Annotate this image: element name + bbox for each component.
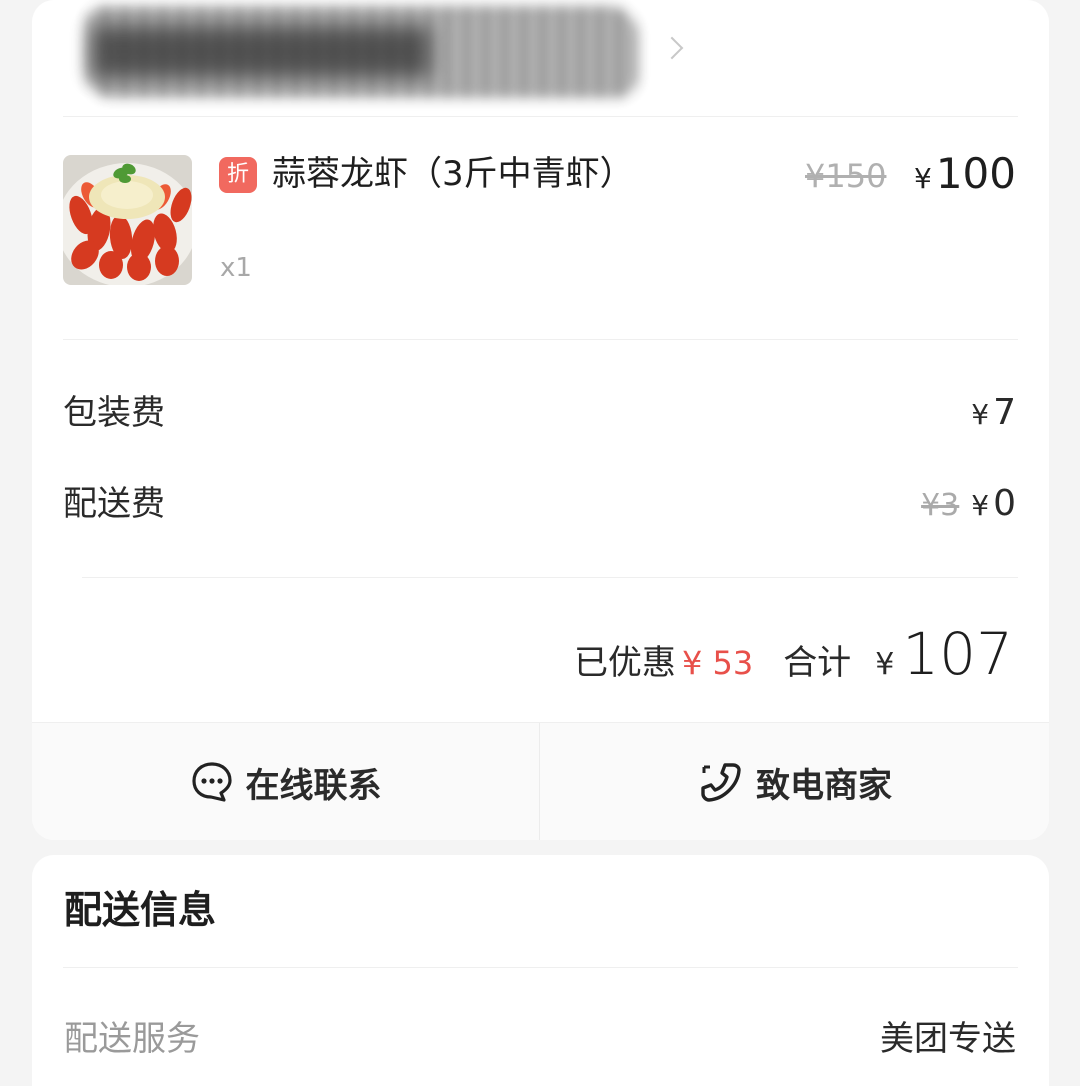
phone-icon	[701, 763, 741, 802]
order-card: ██████████ 折 蒜蓉龙虾（3斤中青虾） x1 ¥150 ¥100 包装…	[32, 0, 1049, 840]
item-price-value: 100	[935, 149, 1016, 198]
divider	[63, 339, 1018, 340]
currency-symbol: ¥	[914, 162, 932, 195]
packaging-fee-value: ¥7	[971, 389, 1016, 439]
packaging-fee-label: 包装费	[63, 393, 165, 433]
crawfish-dish-photo	[63, 155, 192, 285]
delivery-fee-value: ¥3 ¥0	[921, 480, 1016, 530]
delivery-info-title: 配送信息	[64, 888, 217, 932]
delivery-service-value: 美团专送	[880, 1019, 1016, 1059]
chat-bubble-icon	[191, 762, 232, 802]
call-merchant-label: 致电商家	[756, 765, 892, 806]
delivery-fee-amount: 0	[993, 483, 1016, 524]
discount-label: 已优惠	[573, 643, 676, 683]
online-chat-label: 在线联系	[245, 765, 382, 806]
currency-symbol: ¥	[875, 647, 895, 682]
item-image[interactable]	[63, 155, 192, 285]
call-merchant-button[interactable]: 致电商家	[541, 723, 1049, 840]
delivery-info-card: 配送信息 配送服务 美团专送	[32, 855, 1049, 1086]
item-quantity: x1	[220, 253, 252, 283]
currency-symbol: ¥	[971, 398, 990, 431]
delivery-service-label: 配送服务	[64, 1019, 200, 1059]
total-amount: 107	[902, 620, 1013, 688]
total-label: 合计	[783, 643, 852, 683]
divider	[63, 967, 1018, 968]
divider	[63, 116, 1018, 117]
discount-amount: ¥ 53	[681, 644, 754, 682]
order-totals: 已优惠 ¥ 53 合计 ¥ 107	[573, 620, 1013, 688]
delivery-fee-label: 配送费	[63, 484, 165, 524]
currency-symbol: ¥	[971, 489, 990, 522]
item-name: 蒜蓉龙虾（3斤中青虾）	[272, 154, 634, 194]
item-price: ¥100	[914, 148, 1016, 205]
contact-actions: 在线联系 致电商家	[32, 722, 1049, 840]
online-chat-button[interactable]: 在线联系	[32, 723, 540, 840]
store-name[interactable]: ██████████	[92, 8, 632, 98]
delivery-fee-original: ¥3	[921, 488, 960, 523]
divider	[82, 577, 1018, 578]
store-header[interactable]: ██████████	[62, 0, 1022, 116]
packaging-fee-amount: 7	[993, 392, 1016, 433]
discount-badge: 折	[219, 157, 257, 193]
chevron-right-icon[interactable]	[660, 36, 684, 60]
item-original-price: ¥150	[805, 157, 887, 195]
